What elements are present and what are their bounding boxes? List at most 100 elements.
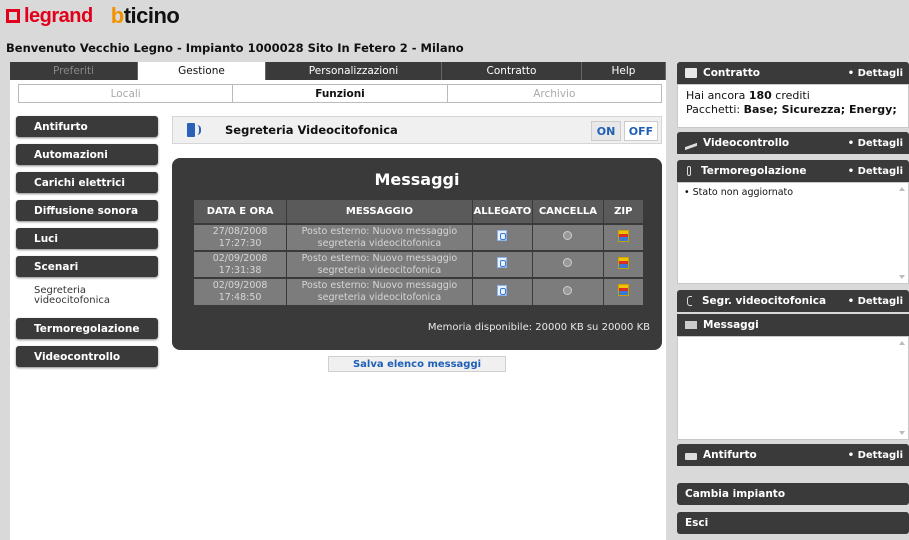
menu-carichi-elettrici[interactable]: Carichi elettrici: [16, 172, 158, 193]
lock-icon: [685, 453, 697, 460]
contratto-details-link[interactable]: Dettagli: [848, 68, 903, 79]
camera-icon: [685, 135, 697, 151]
thermo-scrollbar[interactable]: [898, 187, 906, 279]
sub-tabs: Locali Funzioni Archivio: [18, 84, 662, 103]
tab-gestione[interactable]: Gestione: [138, 62, 266, 80]
row-message-line2: segreteria videocitofonica: [317, 237, 442, 249]
tab-preferiti[interactable]: Preferiti: [10, 62, 138, 80]
col-attachment: ALLEGATO: [472, 200, 534, 224]
tab-help[interactable]: Help: [582, 62, 666, 80]
packages-label: Pacchetti:: [686, 103, 744, 116]
messages-panel: Messaggi DATA E ORA MESSAGGIO ALLEGATO C…: [172, 158, 662, 350]
thermometer-icon: [687, 166, 691, 176]
phone-icon: [187, 122, 203, 138]
contratto-header: Contratto Dettagli: [677, 62, 909, 84]
function-bar: Segreteria Videocitofonica ON OFF: [172, 116, 662, 144]
thermo-status: • Stato non aggiornato: [684, 187, 794, 198]
cambia-impianto-button[interactable]: Cambia impianto: [677, 483, 909, 505]
termoregolazione-title: Termoregolazione: [701, 165, 807, 177]
termoregolazione-details-link[interactable]: Dettagli: [848, 166, 903, 177]
intercom-icon: [687, 296, 692, 306]
menu-luci[interactable]: Luci: [16, 228, 158, 249]
col-date: DATA E ORA: [194, 200, 288, 224]
menu-videocontrollo[interactable]: Videocontrollo: [16, 346, 158, 367]
row-time: 17:31:38: [218, 264, 262, 276]
bticino-rest: ticino: [123, 3, 180, 28]
on-button[interactable]: ON: [591, 121, 621, 141]
menu-segreteria-videocitofonica[interactable]: Segreteria videocitofonica: [16, 282, 158, 310]
row-message-line1: Posto esterno: Nuovo messaggio: [301, 225, 458, 237]
esci-button[interactable]: Esci: [677, 512, 909, 534]
row-message-line1: Posto esterno: Nuovo messaggio: [301, 280, 458, 292]
packages-text: Pacchetti: Base; Sicurezza; Energy;: [686, 103, 900, 117]
menu-antifurto[interactable]: Antifurto: [16, 116, 158, 137]
welcome-text: Benvenuto Vecchio Legno - Impianto 10000…: [6, 41, 464, 55]
messaggi-header: Messaggi: [677, 314, 909, 336]
attachment-icon[interactable]: [497, 284, 508, 296]
off-button[interactable]: OFF: [624, 121, 658, 141]
videocontrollo-title: Videocontrollo: [703, 137, 790, 149]
legrand-mark-icon: [6, 9, 20, 23]
legrand-wordmark: legrand: [24, 4, 93, 27]
memory-status: Memoria disponibile: 20000 KB su 20000 K…: [427, 322, 650, 333]
tab-personalizzazioni[interactable]: Personalizzazioni: [266, 62, 442, 80]
main-tabs: Preferiti Gestione Personalizzazioni Con…: [10, 62, 666, 80]
subtab-archivio[interactable]: Archivio: [448, 85, 661, 102]
brand-logos: legrand bticino: [6, 3, 180, 29]
termoregolazione-header: Termoregolazione Dettagli: [677, 160, 909, 182]
legrand-logo: legrand: [6, 5, 93, 28]
messaggi-title: Messaggi: [703, 319, 759, 331]
row-time: 17:27:30: [218, 237, 262, 249]
row-date: 02/09/2008: [212, 280, 268, 292]
segreteria-header: Segr. videocitofonica Dettagli: [677, 290, 909, 312]
menu-diffusione-sonora[interactable]: Diffusione sonora: [16, 200, 158, 221]
row-message-line2: segreteria videocitofonica: [317, 292, 442, 303]
credits-prefix: Hai ancora: [686, 89, 749, 102]
table-row: 02/09/2008 17:48:50 Posto esterno: Nuovo …: [194, 277, 645, 305]
messages-scrollbar[interactable]: [898, 341, 906, 435]
subtab-funzioni[interactable]: Funzioni: [233, 85, 448, 102]
segreteria-details-link[interactable]: Dettagli: [848, 296, 903, 307]
attachment-icon[interactable]: [497, 257, 508, 269]
col-delete: CANCELLA: [532, 200, 604, 224]
delete-icon[interactable]: [563, 285, 573, 295]
segreteria-title: Segr. videocitofonica: [702, 295, 827, 307]
save-messages-button[interactable]: Salva elenco messaggi: [328, 356, 506, 372]
menu-automazioni[interactable]: Automazioni: [16, 144, 158, 165]
zip-icon[interactable]: [617, 256, 629, 269]
delete-icon[interactable]: [563, 231, 573, 241]
function-title: Segreteria Videocitofonica: [225, 123, 398, 137]
col-message: MESSAGGIO: [286, 200, 473, 224]
termoregolazione-box: • Stato non aggiornato: [677, 182, 909, 284]
menu-termoregolazione[interactable]: Termoregolazione: [16, 318, 158, 339]
row-date: 02/09/2008: [212, 252, 268, 264]
mail-icon: [685, 321, 697, 329]
col-zip: ZIP: [603, 200, 645, 224]
messages-table: DATA E ORA MESSAGGIO ALLEGATO CANCELLA Z…: [194, 200, 645, 305]
credits-suffix: crediti: [771, 89, 810, 102]
tab-contratto[interactable]: Contratto: [442, 62, 582, 80]
antifurto-details-link[interactable]: Dettagli: [848, 450, 903, 461]
antifurto-title: Antifurto: [703, 449, 757, 461]
credits-value: 180: [748, 89, 772, 102]
videocontrollo-header[interactable]: Videocontrollo Dettagli: [677, 132, 909, 154]
messages-title: Messaggi: [374, 170, 460, 189]
bticino-b: b: [110, 3, 124, 28]
zip-icon[interactable]: [617, 229, 629, 242]
subtab-locali[interactable]: Locali: [19, 85, 234, 102]
contratto-box: Hai ancora 180 crediti Pacchetti: Base; …: [677, 84, 909, 128]
row-date: 27/08/2008: [212, 225, 268, 237]
zip-icon[interactable]: [617, 284, 629, 297]
attachment-icon[interactable]: [497, 230, 508, 242]
contratto-title: Contratto: [703, 67, 760, 79]
delete-icon[interactable]: [563, 258, 573, 268]
table-row: 02/09/2008 17:31:38 Posto esterno: Nuovo …: [194, 250, 645, 278]
main-content: Locali Funzioni Archivio Antifurto Autom…: [10, 80, 666, 540]
bticino-logo: bticino: [111, 3, 180, 29]
videocontrollo-details-link[interactable]: Dettagli: [848, 138, 903, 149]
packages-value: Base; Sicurezza; Energy;: [743, 103, 897, 116]
menu-scenari[interactable]: Scenari: [16, 256, 158, 277]
messaggi-box: [677, 336, 909, 440]
antifurto-header[interactable]: Antifurto Dettagli: [677, 444, 909, 466]
row-time: 17:48:50: [218, 292, 262, 303]
